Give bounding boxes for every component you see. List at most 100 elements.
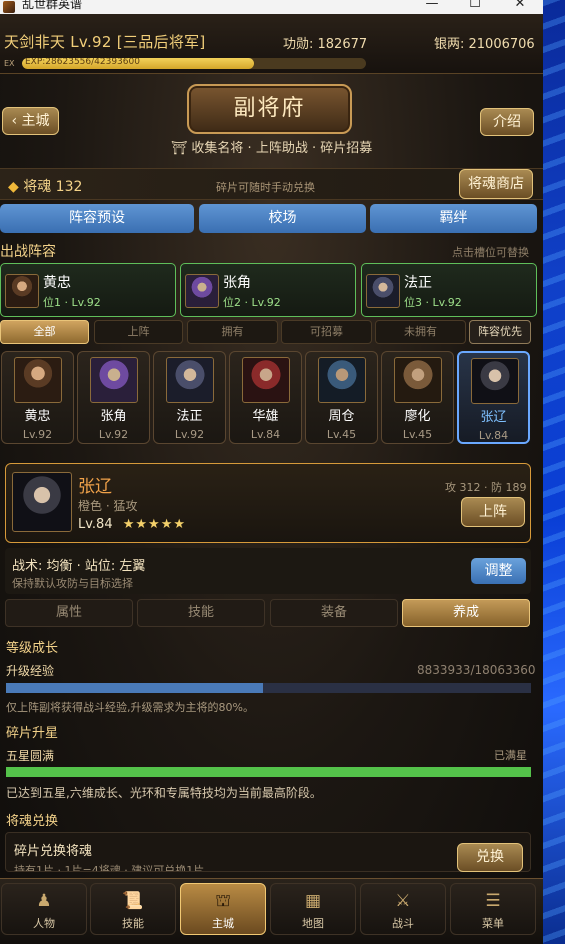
slot-position: 位1 · Lv.92 — [43, 296, 101, 309]
growth-exp-value: 8833933/18063360 — [417, 663, 536, 677]
tab-equipment[interactable]: 装备 — [270, 599, 398, 627]
app-window: 乱世群英谱 — ☐ ✕ 天剑非天 Lv.92 [三品后将军] 功勋: 18267… — [0, 0, 543, 944]
exchange-button[interactable]: 兑换 — [457, 843, 523, 872]
general-level: Lv.92 — [22, 428, 53, 441]
growth-note: 仅上阵副将获得战斗经验,升级需求为主将的80%。 — [6, 701, 254, 714]
general-avatar — [14, 357, 62, 403]
general-name: 张角 — [100, 409, 127, 424]
star-label: 五星圆满 — [6, 749, 55, 763]
intro-button[interactable]: 介绍 — [480, 108, 534, 136]
page-subtitle-text: 收集名将 · 上阵助战 · 碎片招募 — [191, 141, 373, 156]
page-subtitle: ⛩ 收集名将 · 上阵助战 · 碎片招募 — [0, 137, 543, 156]
soul-count: ◆ 将魂 132 — [8, 176, 82, 196]
nav-map[interactable]: ▦ 地图 — [270, 883, 356, 935]
maximize-icon[interactable]: ☐ — [460, 0, 490, 11]
star-section-title: 碎片升星 — [6, 726, 59, 741]
nav-label: 技能 — [122, 917, 144, 930]
general-card[interactable]: 法正 Lv.92 — [153, 351, 226, 444]
lineup-slot-1[interactable]: 黄忠 位1 · Lv.92 — [0, 263, 176, 317]
tab-skills[interactable]: 技能 — [137, 599, 265, 627]
silver-value: 银两: 21006706 — [434, 37, 535, 52]
tactic-desc: 保持默认攻防与目标选择 — [12, 577, 133, 590]
general-card[interactable]: 张角 Lv.92 — [77, 351, 150, 444]
person-icon: ♟ — [36, 891, 52, 911]
lineup-slot-3[interactable]: 法正 位3 · Lv.92 — [361, 263, 537, 317]
nav-label: 菜单 — [482, 917, 504, 930]
slot-name: 黄忠 — [43, 275, 71, 291]
filter-not-owned[interactable]: 未拥有 — [375, 320, 466, 344]
app-icon — [3, 1, 15, 13]
level-text: Lv.84 — [78, 517, 113, 532]
general-level: Lv.84 — [478, 429, 509, 442]
general-card-selected[interactable]: 张辽 Lv.84 — [457, 351, 530, 444]
nav-skills[interactable]: 📜 技能 — [90, 883, 176, 935]
filter-deployed[interactable]: 上阵 — [94, 320, 183, 344]
nav-label: 人物 — [33, 917, 55, 930]
general-avatar — [242, 357, 290, 403]
general-card[interactable]: 廖化 Lv.45 — [381, 351, 454, 444]
filter-recruitable[interactable]: 可招募 — [281, 320, 372, 344]
tab-attributes[interactable]: 属性 — [5, 599, 133, 627]
selected-general-level: Lv.84 ★★★★★ — [78, 517, 186, 532]
general-avatar — [5, 274, 39, 308]
soul-hint: 碎片可随时手动兑换 — [216, 181, 315, 194]
star-bar — [6, 767, 531, 777]
general-name: 黄忠 — [24, 409, 51, 424]
window-title: 乱世群英谱 — [22, 0, 83, 11]
filter-owned[interactable]: 拥有 — [187, 320, 278, 344]
general-card[interactable]: 黄忠 Lv.92 — [1, 351, 74, 444]
window-titlebar: 乱世群英谱 — ☐ ✕ — [0, 0, 543, 14]
general-avatar — [471, 358, 519, 404]
tab-growth[interactable]: 养成 — [402, 599, 530, 627]
general-name: 法正 — [176, 409, 203, 424]
exp-label: EX — [4, 59, 15, 68]
general-name: 张辽 — [480, 410, 507, 425]
general-avatar — [185, 274, 219, 308]
exchange-panel: 碎片兑换将魂 持有1片 · 1片=4将魂 · 建议可兑换1片 — [5, 832, 531, 872]
slot-position: 位2 · Lv.92 — [223, 296, 281, 309]
adjust-button[interactable]: 调整 — [471, 558, 526, 584]
soul-count-text: 将魂 132 — [23, 179, 83, 195]
selected-general-type: 橙色 · 猛攻 — [78, 499, 138, 513]
training-ground-button[interactable]: 校场 — [199, 204, 366, 233]
general-avatar — [394, 357, 442, 403]
lineup-title: 出战阵容 — [0, 244, 56, 260]
bell-icon: ⛩ — [170, 141, 188, 156]
star-status: 已满星 — [494, 749, 527, 762]
filter-lineup-first[interactable]: 阵容优先 — [469, 320, 531, 344]
filter-all[interactable]: 全部 — [0, 320, 89, 344]
exchange-section-title: 将魂兑换 — [6, 814, 59, 829]
nav-character[interactable]: ♟ 人物 — [1, 883, 87, 935]
nav-main-city[interactable]: ⛫ 主城 — [180, 883, 266, 935]
bond-button[interactable]: 羁绊 — [370, 204, 537, 233]
deploy-button[interactable]: 上阵 — [461, 497, 525, 527]
back-to-city-button[interactable]: ‹ 主城 — [2, 107, 59, 135]
player-title: 天剑非天 Lv.92 [三品后将军] — [4, 33, 206, 51]
lineup-slot-2[interactable]: 张角 位2 · Lv.92 — [180, 263, 356, 317]
crossed-swords-icon: ⚔ — [395, 891, 411, 911]
castle-icon: ⛫ — [215, 891, 231, 911]
general-avatar — [366, 274, 400, 308]
general-card[interactable]: 华雄 Lv.84 — [229, 351, 302, 444]
general-avatar — [90, 357, 138, 403]
exchange-desc: 持有1片 · 1片=4将魂 · 建议可兑换1片 — [14, 864, 205, 872]
map-icon: ▦ — [304, 891, 322, 911]
general-level: Lv.45 — [402, 428, 433, 441]
soul-shop-button[interactable]: 将魂商店 — [459, 169, 533, 199]
minimize-icon[interactable]: — — [417, 0, 447, 11]
general-avatar — [318, 357, 366, 403]
general-name: 华雄 — [252, 409, 279, 424]
general-avatar — [166, 357, 214, 403]
close-icon[interactable]: ✕ — [505, 0, 535, 11]
diamond-icon: ◆ — [8, 179, 19, 195]
nav-battle[interactable]: ⚔ 战斗 — [360, 883, 446, 935]
player-exp-bar: EXP:28623556/42393600 — [22, 58, 366, 69]
lineup-preset-button[interactable]: 阵容预设 — [0, 204, 194, 233]
player-exp-text: EXP:28623556/42393600 — [25, 58, 140, 67]
general-level: Lv.92 — [98, 428, 129, 441]
general-level: Lv.84 — [250, 428, 281, 441]
general-name: 周仓 — [328, 409, 355, 424]
nav-menu[interactable]: ☰ 菜单 — [450, 883, 536, 935]
slot-name: 张角 — [223, 275, 251, 291]
general-card[interactable]: 周仓 Lv.45 — [305, 351, 378, 444]
